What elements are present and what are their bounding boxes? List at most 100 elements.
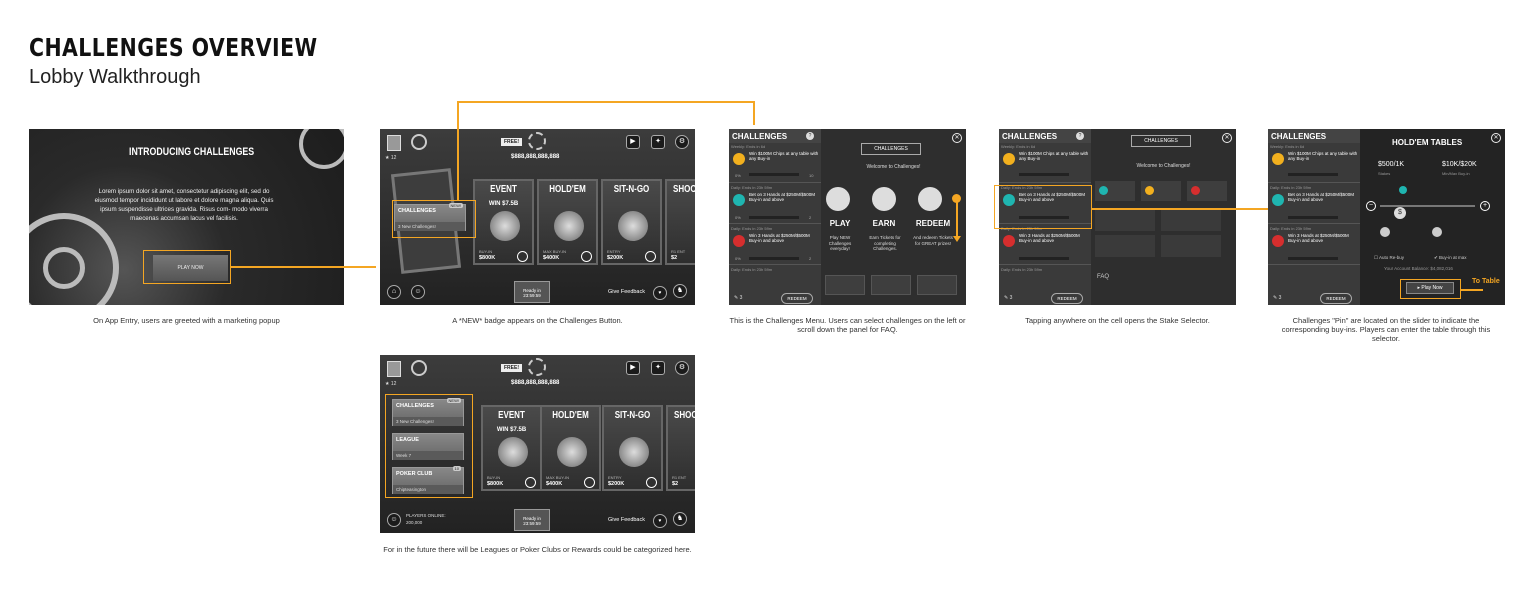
ready-timer[interactable]: Ready in 23:59:59 bbox=[514, 281, 550, 303]
connector-line bbox=[1461, 289, 1483, 291]
club-badge-icon[interactable] bbox=[411, 360, 427, 376]
free-label[interactable]: FREE! bbox=[501, 138, 522, 146]
club-badge-icon[interactable] bbox=[411, 134, 427, 150]
account-balance: Your Account Balance: $4,082,016 bbox=[1384, 266, 1453, 271]
connector-up bbox=[457, 101, 459, 200]
faq-tile bbox=[1095, 209, 1155, 231]
home-icon[interactable]: ⌂ bbox=[387, 285, 401, 299]
challenges-menu-screenshot: CHALLENGES ? Weekly: Ends in 6d Win $100… bbox=[729, 129, 966, 305]
redeem-heading: REDEEM bbox=[915, 219, 951, 228]
minus-icon[interactable]: − bbox=[1366, 201, 1376, 211]
slider-handle[interactable]: $ bbox=[1394, 207, 1406, 219]
category-tile[interactable] bbox=[917, 275, 957, 295]
challenges-logo: CHALLENGES bbox=[1131, 135, 1191, 147]
spade-icon bbox=[1272, 194, 1284, 206]
future-caption: For in the future there will be Leagues … bbox=[383, 545, 692, 554]
connector-line bbox=[231, 266, 376, 268]
gift-icon[interactable]: ✦ bbox=[651, 361, 665, 375]
ready-timer[interactable]: Ready in 23:59:59 bbox=[514, 509, 550, 531]
challenge-row[interactable]: Weekly: Ends in 6d Win $100M Chips at an… bbox=[999, 143, 1091, 183]
redeem-button[interactable]: REDEEM bbox=[1320, 293, 1352, 304]
gear-icon[interactable]: ⚙ bbox=[675, 361, 689, 375]
holdem-card[interactable]: HOLD'EM MAX BUY-IN $400K bbox=[537, 179, 598, 265]
challenge-row[interactable]: Daily: Ends in 23h 59m Bet on 3 Hands at… bbox=[729, 184, 821, 224]
challenge-row[interactable]: Daily: Ends in 23h 59m Bet on 3 Hands at… bbox=[1268, 184, 1360, 224]
plus-icon[interactable]: + bbox=[1480, 201, 1490, 211]
sitngo-card[interactable]: SIT-N-GO ENTRY $200K bbox=[602, 405, 663, 491]
heart-icon[interactable]: ♥ bbox=[653, 514, 667, 528]
shootout-card[interactable]: SHOO R1 ENT $2 bbox=[665, 179, 695, 265]
category-tile[interactable] bbox=[825, 275, 865, 295]
faq-caption: Tapping anywhere on the cell opens the S… bbox=[1025, 316, 1210, 325]
card-info-icon bbox=[525, 477, 536, 488]
challenge-row[interactable]: Daily: Ends in 23h 59m Win 3 Hands at $2… bbox=[729, 225, 821, 265]
ticket-count: ✎ 3 bbox=[1004, 295, 1013, 301]
scroll-dot bbox=[952, 194, 961, 203]
challenge-row[interactable]: Daily: Ends in 23h 59m Win 3 Hands at $2… bbox=[1268, 225, 1360, 265]
gift-icon[interactable]: ✦ bbox=[651, 135, 665, 149]
balance: $888,888,888,888 bbox=[511, 154, 560, 160]
auto-rebuy-checkbox[interactable]: ☐ Auto Re-buy bbox=[1374, 255, 1404, 261]
buy-in-max-checkbox[interactable]: ✔ Buy-in at max bbox=[1434, 255, 1467, 261]
close-icon[interactable]: ✕ bbox=[1222, 133, 1232, 143]
coin-icon bbox=[733, 153, 745, 165]
play-desc: Play NEW Challenges everyday! bbox=[828, 235, 852, 251]
play-now-highlight bbox=[1400, 279, 1461, 299]
connector-top bbox=[457, 101, 754, 103]
seats-icon[interactable] bbox=[1432, 227, 1442, 237]
event-card[interactable]: EVENT WIN $7.5B BUY-IN $800K bbox=[473, 179, 534, 265]
ticket-count: ✎ 3 bbox=[1273, 295, 1282, 301]
speed-icon[interactable] bbox=[1380, 227, 1390, 237]
category-tile[interactable] bbox=[1095, 181, 1135, 201]
faq-tile bbox=[1095, 235, 1155, 257]
sitngo-card[interactable]: SIT-N-GO ENTRY $200K bbox=[601, 179, 662, 265]
earn-heading: EARN bbox=[872, 219, 896, 228]
challenge-row[interactable]: Weekly: Ends in 6d Win $100M Chips at an… bbox=[729, 143, 821, 183]
players-online-label: PLAYERS ONLINE: bbox=[406, 513, 446, 518]
challenge-cell-highlight bbox=[994, 185, 1092, 229]
heart-icon[interactable]: ♥ bbox=[653, 286, 667, 300]
play-icon bbox=[826, 187, 850, 211]
welcome-text: Welcome to Challenges! bbox=[1136, 163, 1191, 169]
event-card[interactable]: EVENT WIN $7.5B BUY-IN $800K bbox=[481, 405, 542, 491]
minmax-value: $10K/$20K bbox=[1442, 161, 1477, 168]
video-icon[interactable]: ▶ bbox=[626, 361, 640, 375]
category-tile[interactable] bbox=[1141, 181, 1181, 201]
intro-heading: INTRODUCING CHALLENGES bbox=[129, 146, 255, 158]
close-icon[interactable]: ✕ bbox=[1491, 133, 1501, 143]
shootout-card[interactable]: SHOO R1 ENT $2 bbox=[666, 405, 695, 491]
close-icon[interactable]: ✕ bbox=[952, 133, 962, 143]
challenge-row[interactable]: Weekly: Ends in 6d Win $100M Chips at an… bbox=[1268, 143, 1360, 183]
spade-icon bbox=[733, 194, 745, 206]
friends-icon[interactable]: ☺ bbox=[387, 513, 401, 527]
avatar[interactable] bbox=[387, 361, 401, 377]
avatar[interactable] bbox=[387, 135, 401, 151]
connector-line bbox=[1092, 208, 1276, 210]
player-level: ★ 12 bbox=[385, 155, 397, 161]
zebra-icon[interactable]: ♞ bbox=[673, 284, 687, 298]
chip-icon bbox=[528, 358, 546, 376]
category-tile[interactable] bbox=[1187, 181, 1227, 201]
friends-icon[interactable]: ☺ bbox=[411, 285, 425, 299]
stakes-label: Stakes bbox=[1378, 171, 1391, 176]
video-icon[interactable]: ▶ bbox=[626, 135, 640, 149]
give-feedback-link[interactable]: Give Feedback bbox=[608, 517, 645, 523]
page-title: CHALLENGES OVERVIEW bbox=[29, 33, 318, 62]
category-tile[interactable] bbox=[871, 275, 911, 295]
zebra-icon[interactable]: ♞ bbox=[673, 512, 687, 526]
challenge-list: CHALLENGES Weekly: Ends in 6d Win $100M … bbox=[1268, 129, 1360, 305]
gear-icon[interactable]: ⚙ bbox=[675, 135, 689, 149]
redeem-button[interactable]: REDEEM bbox=[781, 293, 813, 304]
challenge-row[interactable]: Daily: Ends in 23h 59m Win 3 Hands at $2… bbox=[999, 225, 1091, 265]
help-icon[interactable]: ? bbox=[806, 132, 814, 140]
give-feedback-link[interactable]: Give Feedback bbox=[608, 289, 645, 295]
card-info-icon bbox=[646, 477, 657, 488]
card-info-icon bbox=[584, 477, 595, 488]
stake-slider[interactable] bbox=[1380, 205, 1475, 207]
redeem-button[interactable]: REDEEM bbox=[1051, 293, 1083, 304]
menu-group-highlight bbox=[385, 394, 473, 498]
free-label[interactable]: FREE! bbox=[501, 364, 522, 372]
chip-icon bbox=[528, 132, 546, 150]
holdem-card[interactable]: HOLD'EM MAX BUY-IN $400K bbox=[540, 405, 601, 491]
help-icon[interactable]: ? bbox=[1076, 132, 1084, 140]
